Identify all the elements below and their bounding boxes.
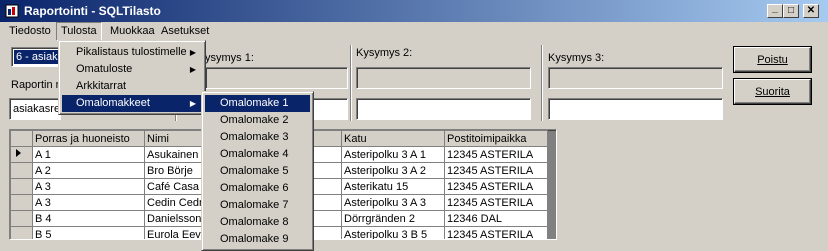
corner-cell (10, 130, 33, 147)
menu-item-label: Omatuloste (76, 63, 133, 75)
tulosta-menu: Pikalistaus tulostimelle ▶ Omatuloste ▶ … (58, 40, 206, 115)
exit-button[interactable]: Poistu (733, 46, 812, 73)
table-cell[interactable]: Asterikatu 15 (341, 178, 445, 195)
submenu-item-label: Omalomake 8 (220, 216, 289, 228)
table-cell[interactable]: A 2 (32, 162, 145, 179)
omalomakkeet-submenu: Omalomake 1 Omalomake 2 Omalomake 3 Omal… (201, 91, 314, 251)
minimize-button[interactable]: _ (767, 4, 783, 18)
report-name-label: Raportin n (11, 79, 62, 91)
maximize-icon: □ (787, 5, 795, 16)
question-1-input[interactable] (205, 67, 348, 89)
submenu-item-label: Omalomake 7 (220, 199, 289, 211)
row-selector[interactable] (10, 162, 33, 179)
row-selector[interactable] (10, 210, 33, 227)
submenu-item-label: Omalomake 4 (220, 148, 289, 160)
column-header[interactable]: Postitoimipaikka (444, 130, 548, 147)
menu-item-label: Pikalistaus tulostimelle (76, 46, 187, 58)
submenu-item-label: Omalomake 1 (220, 97, 289, 109)
table-cell[interactable]: A 3 (32, 178, 145, 195)
report-select[interactable]: 6 - asiak (11, 47, 61, 67)
submenu-item-label: Omalomake 5 (220, 165, 289, 177)
table-cell[interactable]: Asteripolku 3 A 1 (341, 146, 445, 163)
question-1-label: ysymys 1: (205, 52, 254, 64)
run-button[interactable]: Suorita (733, 78, 812, 105)
submenu-item-omalomake-8[interactable]: Omalomake 8 (205, 214, 310, 231)
submenu-arrow-icon: ▶ (189, 48, 196, 57)
close-icon: ✕ (806, 5, 816, 16)
question-3-input[interactable] (548, 67, 723, 89)
table-cell[interactable]: B 5 (32, 226, 145, 239)
window-title: Raportointi - SQLTilasto (24, 4, 161, 18)
row-pointer-icon (16, 149, 21, 157)
submenu-item-omalomake-6[interactable]: Omalomake 6 (205, 180, 310, 197)
table-cell[interactable]: 12345 ASTERILA (444, 146, 548, 163)
row-selector[interactable] (10, 226, 33, 239)
table-cell[interactable]: 12345 ASTERILA (444, 226, 548, 239)
table-cell[interactable]: A 1 (32, 146, 145, 163)
submenu-item-omalomake-3[interactable]: Omalomake 3 (205, 129, 310, 146)
question-3-label: Kysymys 3: (548, 52, 605, 64)
submenu-item-omalomake-4[interactable]: Omalomake 4 (205, 146, 310, 163)
menu-asetukset[interactable]: Asetukset (157, 22, 213, 41)
table-cell[interactable]: Dörrgränden 2 (341, 210, 445, 227)
question-2-input[interactable] (356, 67, 531, 89)
menu-item-omatuloste[interactable]: Omatuloste ▶ (62, 61, 202, 78)
menu-item-label: Arkkitarrat (76, 80, 127, 92)
table-cell[interactable]: Asteripolku 3 A 3 (341, 194, 445, 211)
minimize-icon: _ (772, 3, 778, 14)
menu-tulosta[interactable]: Tulosta (56, 22, 102, 41)
table-cell[interactable]: B 4 (32, 210, 145, 227)
table-cell[interactable]: 12345 ASTERILA (444, 194, 548, 211)
question-2-label: Kysymys 2: (356, 47, 413, 59)
submenu-item-omalomake-5[interactable]: Omalomake 5 (205, 163, 310, 180)
divider (350, 45, 352, 121)
app-window-icon[interactable] (5, 4, 19, 18)
table-cell[interactable]: Asteripolku 3 A 2 (341, 162, 445, 179)
table-cell[interactable]: A 3 (32, 194, 145, 211)
menu-item-omalomakkeet[interactable]: Omalomakkeet ▶ (62, 95, 202, 112)
menu-item-label: Omalomakkeet (76, 97, 150, 109)
menu-muokkaa[interactable]: Muokkaa (106, 22, 159, 41)
divider (541, 45, 543, 121)
menu-item-pikalistaus[interactable]: Pikalistaus tulostimelle ▶ (62, 44, 202, 61)
submenu-arrow-icon: ▶ (189, 65, 196, 74)
table-cell[interactable]: 12345 ASTERILA (444, 162, 548, 179)
submenu-item-omalomake-2[interactable]: Omalomake 2 (205, 112, 310, 129)
submenu-item-label: Omalomake 2 (220, 114, 289, 126)
row-selector[interactable] (10, 194, 33, 211)
report-name-field[interactable]: asiakasre (9, 98, 61, 120)
submenu-item-omalomake-7[interactable]: Omalomake 7 (205, 197, 310, 214)
submenu-item-label: Omalomake 3 (220, 131, 289, 143)
submenu-arrow-icon: ▶ (189, 99, 196, 108)
column-header[interactable]: Katu (341, 130, 445, 147)
table-cell[interactable]: Asteripolku 3 B 5 (341, 226, 445, 239)
maximize-button[interactable]: □ (783, 4, 799, 18)
close-button[interactable]: ✕ (803, 4, 819, 18)
menu-item-arkkitarrat[interactable]: Arkkitarrat (62, 78, 202, 95)
row-selector[interactable] (10, 146, 33, 163)
table-cell[interactable]: 12346 DAL (444, 210, 548, 227)
report-select-value: 6 - asiak (14, 50, 60, 64)
column-header[interactable]: Porras ja huoneisto (32, 130, 145, 147)
run-button-label: Suorita (755, 85, 790, 98)
submenu-item-label: Omalomake 6 (220, 182, 289, 194)
table-cell[interactable]: 12345 ASTERILA (444, 178, 548, 195)
question-2-value[interactable] (356, 98, 531, 120)
exit-button-label: Poistu (757, 53, 788, 66)
row-selector[interactable] (10, 178, 33, 195)
question-3-value[interactable] (548, 98, 723, 120)
submenu-item-omalomake-1[interactable]: Omalomake 1 (205, 95, 310, 112)
menu-tiedosto[interactable]: Tiedosto (5, 22, 55, 41)
report-name-value: asiakasre (13, 103, 61, 115)
